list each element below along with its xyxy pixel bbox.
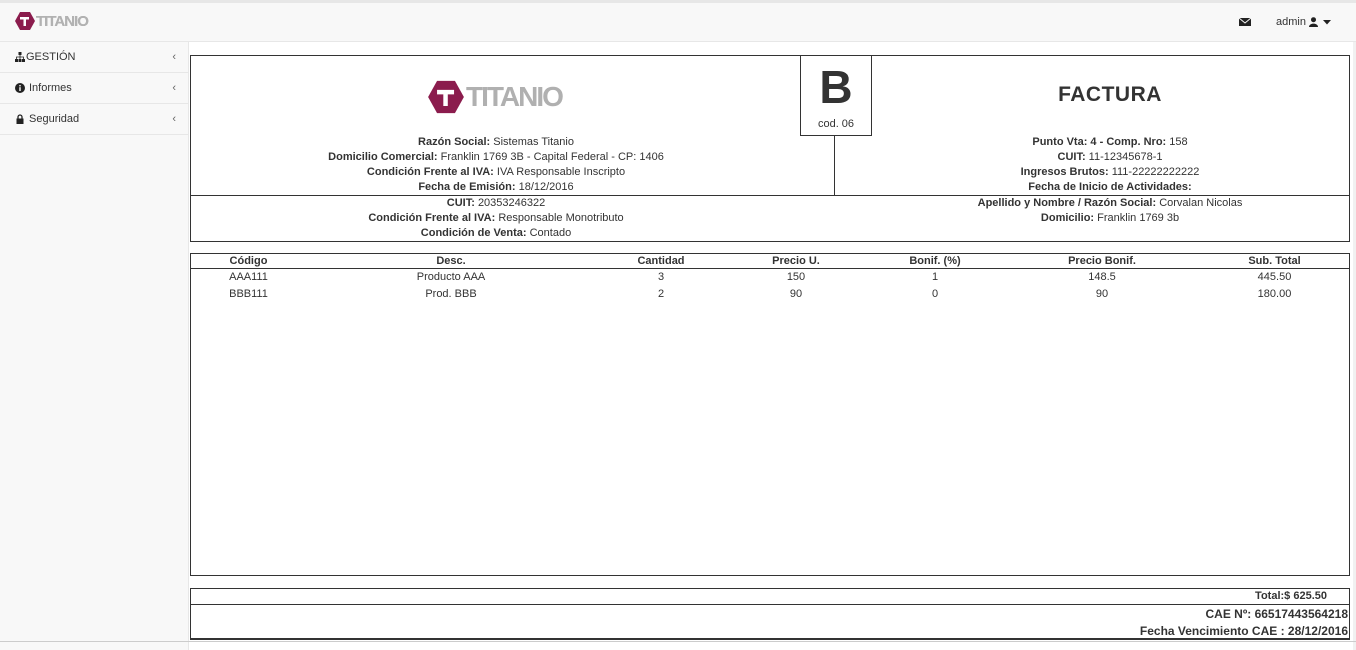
items-table: Código Desc. Cantidad Precio U. Bonif. (… xyxy=(191,254,1349,303)
info-circle-icon xyxy=(15,83,25,93)
sidebar-item-informes[interactable]: Informes ‹ xyxy=(0,73,188,104)
cae-expiry: Fecha Vencimiento CAE : 28/12/2016 xyxy=(1139,624,1348,638)
user-menu[interactable]: admin xyxy=(1276,16,1331,28)
inicio-actividades: Fecha de Inicio de Actividades: xyxy=(1028,181,1192,193)
table-cell: 148.5 xyxy=(1088,271,1116,283)
cliente-iva: Condición Frente al IVA: Responsable Mon… xyxy=(368,212,624,224)
table-cell: 90 xyxy=(789,288,803,300)
top-navbar: TITANIO admin xyxy=(0,0,1356,42)
invoice-code: cod. 06 xyxy=(817,118,855,130)
table-cell: Prod. BBB xyxy=(425,288,477,300)
invoice-letter: B xyxy=(819,61,853,113)
domicilio-comercial: Domicilio Comercial: Franklin 1769 3B - … xyxy=(328,151,664,163)
sitemap-icon xyxy=(15,52,25,62)
column-header: Precio U. xyxy=(726,254,866,269)
doc-type: FACTURA xyxy=(1058,83,1162,106)
table-cell: 3 xyxy=(657,271,665,283)
table-cell: 90 xyxy=(1095,288,1109,300)
cuit-emisor: CUIT: 11-12345678-1 xyxy=(1057,151,1163,163)
user-icon xyxy=(1308,17,1318,27)
logo-text: TITANIO xyxy=(466,81,564,112)
envelope-icon[interactable] xyxy=(1239,17,1251,27)
fecha-emision: Fecha de Emisión: 18/12/2016 xyxy=(418,181,574,193)
chevron-left-icon: ‹ xyxy=(172,51,176,63)
table-header-row: Código Desc. Cantidad Precio U. Bonif. (… xyxy=(191,254,1349,269)
cae-number: CAE Nº: 66517443564218 xyxy=(1205,607,1348,621)
titanio-logo-icon xyxy=(15,12,35,30)
condicion-iva: Condición Frente al IVA: IVA Responsable… xyxy=(366,166,626,178)
column-header: Código xyxy=(191,254,306,269)
table-row: BBB111 Prod. BBB 2 90 0 90 180.00 xyxy=(191,286,1349,303)
comprobante-section: FACTURA Punto Vta: 4 - Comp. Nro: 158 CU… xyxy=(835,56,1349,196)
total-amount: Total:$ 625.50 xyxy=(191,589,1349,605)
chevron-left-icon: ‹ xyxy=(172,82,176,94)
table-cell: Producto AAA xyxy=(416,271,486,283)
sidebar: GESTIÓN ‹ Informes ‹ Seguridad ‹ xyxy=(0,42,189,650)
column-header: Precio Bonif. xyxy=(1004,254,1200,269)
sidebar-item-label: Informes xyxy=(29,82,72,94)
titanio-logo-icon xyxy=(428,80,464,114)
razon-social: Razón Social: Sistemas Titanio xyxy=(418,136,574,148)
table-row: AAA111 Producto AAA 3 150 1 148.5 445.50 xyxy=(191,269,1349,287)
sidebar-item-gestion[interactable]: GESTIÓN ‹ xyxy=(0,42,188,73)
cliente-domicilio: Domicilio: Franklin 1769 3b xyxy=(1040,212,1180,224)
cliente-nombre: Apellido y Nombre / Razón Social: Corval… xyxy=(977,197,1243,209)
punto-venta: Punto Vta: 4 - Comp. Nro: 158 xyxy=(1032,136,1188,148)
column-header: Cantidad xyxy=(596,254,726,269)
sidebar-item-label: Seguridad xyxy=(29,113,80,125)
invoice-letter-box: B cod. 06 xyxy=(800,55,872,136)
cliente-cuit: CUIT: 20353246322 xyxy=(446,197,546,209)
table-cell: 180.00 xyxy=(1257,288,1292,300)
column-header: Bonif. (%) xyxy=(866,254,1004,269)
caret-down-icon xyxy=(1322,19,1331,24)
chevron-left-icon: ‹ xyxy=(172,113,176,125)
invoice-logo: TITANIO xyxy=(428,80,564,114)
table-cell: AAA111 xyxy=(229,271,268,283)
condicion-venta: Condición de Venta: Contado xyxy=(420,227,572,239)
table-cell: 0 xyxy=(931,288,939,300)
invoice-header: TITANIO Razón Social: Sistemas Titanio D… xyxy=(190,55,1350,242)
table-cell: 445.50 xyxy=(1257,271,1292,283)
ingresos-brutos: Ingresos Brutos: 111-22222222222 xyxy=(1020,166,1200,178)
column-header: Desc. xyxy=(306,254,596,269)
table-cell: 1 xyxy=(931,271,939,283)
table-cell: BBB111 xyxy=(229,288,268,300)
totals-section: Total:$ 625.50 CAE Nº: 66517443564218 Fe… xyxy=(190,588,1350,640)
lock-icon xyxy=(16,114,24,124)
sidebar-item-label: GESTIÓN xyxy=(26,51,76,63)
sidebar-item-seguridad[interactable]: Seguridad ‹ xyxy=(0,104,188,135)
table-cell: 2 xyxy=(657,288,665,300)
brand-logo[interactable]: TITANIO xyxy=(15,11,89,31)
column-header: Sub. Total xyxy=(1200,254,1349,269)
user-label: admin xyxy=(1276,16,1306,28)
brand-name: TITANIO xyxy=(36,12,89,30)
table-cell: 150 xyxy=(786,271,806,283)
divider xyxy=(0,641,1356,642)
items-table-container: Código Desc. Cantidad Precio U. Bonif. (… xyxy=(190,253,1350,576)
emisor-section: TITANIO Razón Social: Sistemas Titanio D… xyxy=(191,56,835,196)
